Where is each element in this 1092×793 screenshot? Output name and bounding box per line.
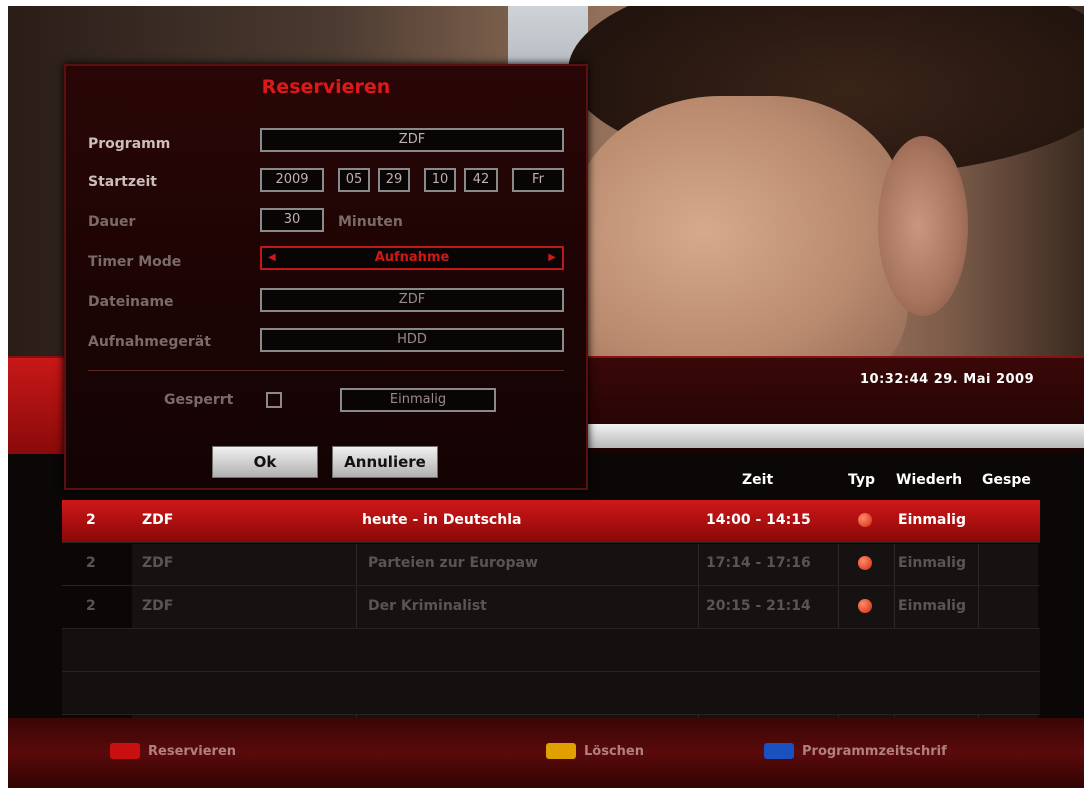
- duration-label: Dauer: [88, 214, 136, 230]
- timer-row-empty: [62, 629, 1040, 672]
- legend-blue-label: Programmzeitschrif: [802, 743, 947, 759]
- timer-list: Zeit Typ Wiederh Gespe 2 ZDF heute - in …: [62, 464, 1040, 718]
- timer-row[interactable]: 2 ZDF Parteien zur Europaw 17:14 - 17:16…: [62, 543, 1040, 586]
- locked-checkbox[interactable]: [266, 392, 282, 408]
- row-channel: ZDF: [142, 555, 174, 571]
- timer-mode-selector[interactable]: ◀ Aufnahme ▶: [260, 246, 564, 270]
- device-field[interactable]: HDD: [260, 328, 564, 352]
- dialog-divider: [88, 370, 564, 371]
- row-channel: ZDF: [142, 598, 174, 614]
- legend-yellow[interactable]: Löschen: [546, 742, 644, 760]
- color-key-legend: Reservieren Löschen Programmzeitschrif: [8, 718, 1084, 788]
- header-wiederh: Wiederh: [896, 472, 963, 488]
- row-number: 2: [86, 555, 96, 571]
- tv-screen: 10:32:44 29. Mai 2009 Zeit Typ Wiederh G…: [8, 6, 1084, 788]
- row-title: heute - in Deutschla: [362, 512, 522, 528]
- clock-date: 10:32:44 29. Mai 2009: [860, 372, 1035, 387]
- row-title: Parteien zur Europaw: [368, 555, 538, 571]
- legend-blue[interactable]: Programmzeitschrif: [764, 742, 947, 760]
- legend-red[interactable]: Reservieren: [110, 742, 236, 760]
- row-number: 2: [86, 512, 96, 528]
- row-title: Der Kriminalist: [368, 598, 487, 614]
- record-dot-icon: [858, 556, 872, 570]
- dialog-title: Reservieren: [261, 76, 391, 98]
- timer-row[interactable]: 2 ZDF heute - in Deutschla 14:00 - 14:15…: [62, 500, 1040, 543]
- record-dot-icon: [858, 513, 872, 527]
- arrow-right-icon[interactable]: ▶: [548, 248, 556, 268]
- row-time: 14:00 - 14:15: [706, 512, 811, 528]
- repeat-field[interactable]: Einmalig: [340, 388, 496, 412]
- row-repeat: Einmalig: [898, 512, 966, 528]
- ok-button[interactable]: Ok: [212, 446, 318, 478]
- program-label: Programm: [88, 136, 171, 152]
- reservation-dialog: Reservieren Programm ZDF Startzeit 2009 …: [64, 64, 588, 490]
- legend-yellow-label: Löschen: [584, 743, 644, 759]
- device-label: Aufnahmegerät: [88, 334, 211, 350]
- row-repeat: Einmalig: [898, 555, 966, 571]
- record-dot-icon: [858, 599, 872, 613]
- timer-list-body: 2 ZDF heute - in Deutschla 14:00 - 14:15…: [62, 500, 1040, 718]
- timer-row[interactable]: 2 ZDF Der Kriminalist 20:15 - 21:14 Einm…: [62, 586, 1040, 629]
- arrow-left-icon[interactable]: ◀: [268, 248, 276, 268]
- program-field[interactable]: ZDF: [260, 128, 564, 152]
- cancel-button[interactable]: Annuliere: [332, 446, 438, 478]
- program-progress-bar: [588, 424, 1084, 448]
- header-typ: Typ: [848, 472, 876, 488]
- header-zeit: Zeit: [742, 472, 774, 488]
- yellow-key-icon: [546, 743, 576, 759]
- row-time: 17:14 - 17:16: [706, 555, 811, 571]
- filename-field[interactable]: ZDF: [260, 288, 564, 312]
- row-time: 20:15 - 21:14: [706, 598, 811, 614]
- header-gespe: Gespe: [982, 472, 1031, 488]
- start-day-field[interactable]: 29: [378, 168, 410, 192]
- row-channel: ZDF: [142, 512, 174, 528]
- duration-field[interactable]: 30: [260, 208, 324, 232]
- timer-mode-value: Aufnahme: [374, 250, 450, 265]
- red-key-icon: [110, 743, 140, 759]
- info-bar-red-tab: [8, 358, 68, 454]
- start-year-field[interactable]: 2009: [260, 168, 324, 192]
- legend-red-label: Reservieren: [148, 743, 237, 759]
- start-hour-field[interactable]: 10: [424, 168, 456, 192]
- start-time-label: Startzeit: [88, 174, 157, 190]
- start-month-field[interactable]: 05: [338, 168, 370, 192]
- duration-unit: Minuten: [338, 214, 403, 230]
- start-weekday-field[interactable]: Fr: [512, 168, 564, 192]
- row-number: 2: [86, 598, 96, 614]
- locked-label: Gesperrt: [164, 392, 234, 408]
- start-minute-field[interactable]: 42: [464, 168, 498, 192]
- timer-mode-label: Timer Mode: [88, 254, 182, 270]
- blue-key-icon: [764, 743, 794, 759]
- filename-label: Dateiname: [88, 294, 174, 310]
- row-repeat: Einmalig: [898, 598, 966, 614]
- timer-row-empty: [62, 672, 1040, 715]
